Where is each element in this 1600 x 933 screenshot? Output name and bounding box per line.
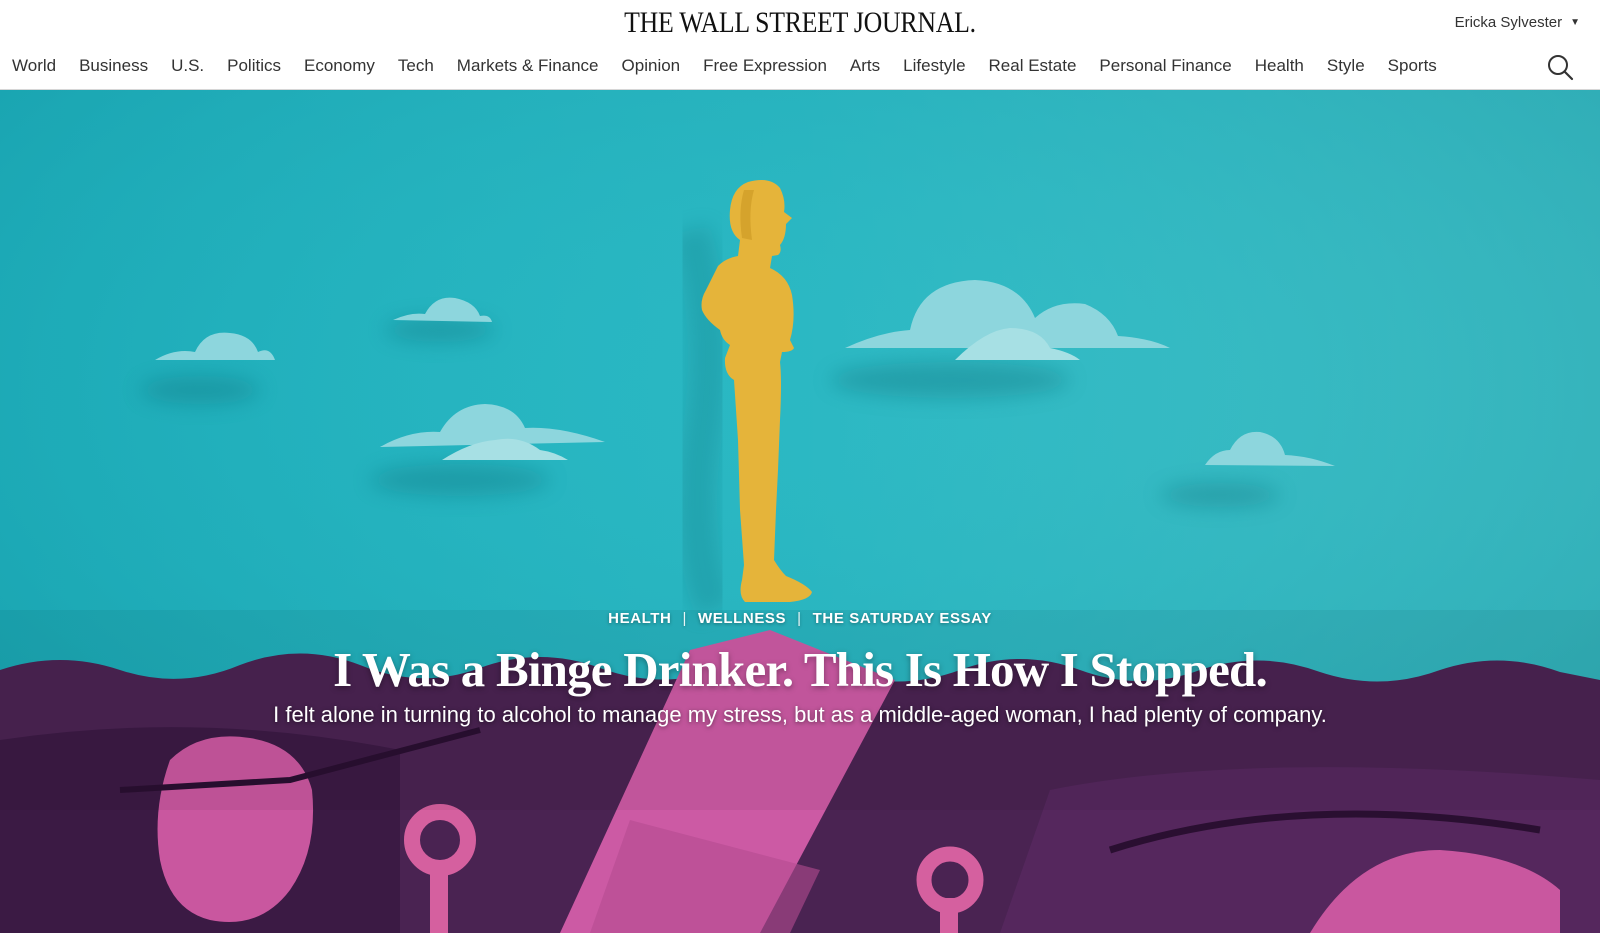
nav-item-markets-finance[interactable]: Markets & Finance (457, 56, 599, 76)
nav-item-personal-finance[interactable]: Personal Finance (1099, 56, 1231, 76)
kicker-separator: | (682, 610, 687, 627)
nav-item-opinion[interactable]: Opinion (622, 56, 681, 76)
nav-item-free-expression[interactable]: Free Expression (703, 56, 827, 76)
kicker-saturday-essay[interactable]: THE SATURDAY ESSAY (813, 610, 992, 627)
hero-text: HEALTH | WELLNESS | THE SATURDAY ESSAY I… (0, 610, 1600, 728)
kicker-health[interactable]: HEALTH (608, 610, 671, 627)
nav-item-politics[interactable]: Politics (227, 56, 281, 76)
nav-item-us[interactable]: U.S. (171, 56, 204, 76)
nav-item-tech[interactable]: Tech (398, 56, 434, 76)
caret-down-icon[interactable]: ▼ (1570, 17, 1580, 28)
nav-item-lifestyle[interactable]: Lifestyle (903, 56, 965, 76)
nav-item-arts[interactable]: Arts (850, 56, 880, 76)
section-nav: World Business U.S. Politics Economy Tec… (12, 52, 1460, 80)
nav-item-sports[interactable]: Sports (1388, 56, 1437, 76)
article-dek: I felt alone in turning to alcohol to ma… (273, 702, 1327, 727)
kicker-separator: | (797, 610, 802, 627)
user-name[interactable]: Ericka Sylvester (1455, 14, 1563, 31)
search-icon[interactable] (1546, 53, 1574, 81)
nav-item-economy[interactable]: Economy (304, 56, 375, 76)
nav-item-world[interactable]: World (12, 56, 56, 76)
article-kickers: HEALTH | WELLNESS | THE SATURDAY ESSAY (0, 610, 1600, 627)
kicker-wellness[interactable]: WELLNESS (698, 610, 786, 627)
nav-item-health[interactable]: Health (1255, 56, 1304, 76)
search-button[interactable] (1546, 53, 1574, 81)
hero-article[interactable]: HEALTH | WELLNESS | THE SATURDAY ESSAY I… (0, 90, 1600, 933)
hero-illustration[interactable] (0, 90, 1600, 933)
nav-item-real-estate[interactable]: Real Estate (989, 56, 1077, 76)
user-menu[interactable]: Ericka Sylvester ▼ (1455, 14, 1580, 31)
masthead-logo[interactable]: THE WALL STREET JOURNAL. (112, 6, 1488, 40)
nav-item-business[interactable]: Business (79, 56, 148, 76)
nav-item-style[interactable]: Style (1327, 56, 1365, 76)
article-headline[interactable]: I Was a Binge Drinker. This Is How I Sto… (0, 641, 1600, 698)
site-header: THE WALL STREET JOURNAL. Ericka Sylveste… (0, 0, 1600, 90)
